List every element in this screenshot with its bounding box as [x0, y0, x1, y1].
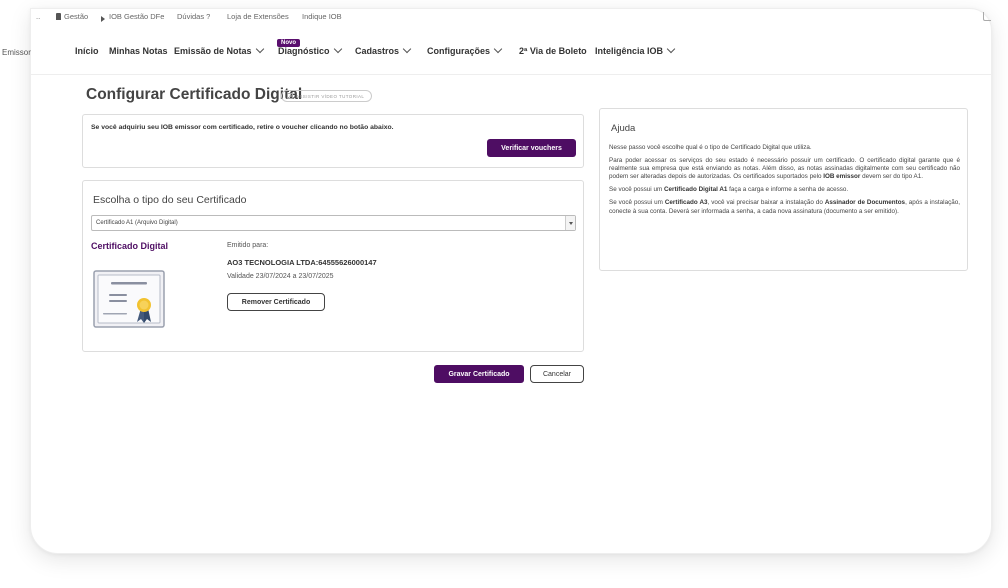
certificate-label: Certificado Digital — [91, 241, 169, 251]
nav-configuracoes[interactable]: Configurações — [427, 44, 503, 56]
nav-cadastros[interactable]: Cadastros — [355, 44, 412, 56]
nav-label: 2ª Via de Boleto — [519, 46, 587, 56]
nav-emissao[interactable]: Emissão de Notas — [174, 44, 264, 56]
bookmark-label: Gestão — [64, 12, 89, 21]
validity-text: Validade 23/07/2024 a 23/07/2025 — [227, 273, 334, 280]
help-bold: Certificado Digital A1 — [663, 186, 728, 194]
help-text: devem ser do tipo A1. — [860, 173, 923, 181]
tutorial-label: ASSISTIR VÍDEO TUTORIAL — [296, 93, 365, 99]
chevron-down-icon[interactable] — [565, 216, 575, 230]
help-text: faça a carga e informe a senha de acesso… — [727, 186, 849, 194]
nav-minhas-notas[interactable]: Minhas Notas — [109, 46, 168, 56]
bookmark-icon — [56, 13, 61, 20]
bookmarks-bar: .. Gestão IOB Gestão DFe Dúvidas ? Loja … — [0, 12, 1008, 28]
help-paragraph: Para poder acessar os serviços do seu es… — [609, 157, 960, 182]
bookmark-iob-dfe[interactable]: IOB Gestão DFe — [109, 12, 164, 21]
nav-inteligencia[interactable]: Inteligência IOB — [595, 44, 676, 56]
nav-inicio[interactable]: Início — [75, 46, 99, 56]
cancel-button[interactable]: Cancelar — [530, 365, 584, 383]
help-text: , você vai precisar baixar a instalação … — [707, 199, 825, 207]
triangle-icon — [101, 16, 105, 22]
emitted-label: Emitido para: — [227, 242, 269, 249]
help-bold: IOB emissor — [823, 173, 861, 181]
certificate-icon — [93, 270, 165, 328]
nav-label: Configurações — [427, 46, 491, 56]
bookmark-duvidas[interactable]: Dúvidas ? — [177, 12, 210, 21]
help-bold: Assinador de Documentos — [824, 199, 906, 207]
help-body: Nesse passo você escolhe qual é o tipo d… — [609, 144, 960, 221]
select-value: Certificado A1 (Arquivo Digital) — [96, 220, 178, 226]
chevron-down-icon — [666, 44, 676, 54]
help-paragraph: Nesse passo você escolhe qual é o tipo d… — [609, 144, 812, 151]
bookmark-indique[interactable]: Indique IOB — [302, 12, 342, 21]
page-title: Configurar Certificado Digital — [86, 86, 303, 103]
help-paragraph: Se você possui um Certificado Digital A1… — [609, 186, 960, 194]
tutorial-button[interactable]: ASSISTIR VÍDEO TUTORIAL — [281, 90, 373, 102]
nav-segunda-via[interactable]: 2ª Via de Boleto — [519, 46, 587, 56]
help-text: Se você possui um — [609, 186, 664, 194]
certificate-type-select[interactable]: Certificado A1 (Arquivo Digital) — [91, 215, 576, 231]
nav-divider — [30, 74, 992, 75]
help-bold: Certificado A3 — [664, 199, 708, 207]
voucher-text: Se você adquiriu seu IOB emissor com cer… — [91, 124, 394, 131]
main-nav: Início Minhas Notas Emissão de Notas Dia… — [0, 44, 1008, 66]
help-text: Se você possui um — [609, 199, 665, 207]
save-certificate-button[interactable]: Gravar Certificado — [434, 365, 524, 383]
bookmark-gestao[interactable]: Gestão — [56, 12, 88, 21]
nav-label: Diagnóstico — [278, 46, 330, 56]
certificate-heading: Escolha o tipo do seu Certificado — [93, 194, 247, 206]
company-name: AO3 TECNOLOGIA LTDA:64555626000147 — [227, 258, 377, 267]
left-strip — [0, 8, 30, 554]
nav-label: Inteligência IOB — [595, 46, 664, 56]
chevron-down-icon — [255, 44, 264, 54]
nav-label: Cadastros — [355, 46, 400, 56]
corner-bracket-icon — [983, 12, 991, 21]
nav-label: Emissão de Notas — [174, 46, 252, 56]
chevron-down-icon — [333, 44, 342, 54]
nav-label: Minhas Notas — [109, 46, 168, 56]
nav-diagnostico[interactable]: Diagnóstico — [278, 44, 342, 56]
play-icon — [287, 93, 293, 99]
help-paragraph: Se você possui um Certificado A3, você v… — [609, 199, 960, 215]
remove-certificate-button[interactable]: Remover Certificado — [227, 293, 325, 311]
nav-label: Início — [75, 46, 99, 56]
dots-icon[interactable]: .. — [36, 12, 40, 21]
verify-vouchers-button[interactable]: Verificar vouchers — [487, 139, 576, 157]
chevron-down-icon — [493, 44, 503, 54]
help-title: Ajuda — [611, 123, 636, 134]
bookmark-loja[interactable]: Loja de Extensões — [227, 12, 289, 21]
chevron-down-icon — [402, 44, 412, 54]
